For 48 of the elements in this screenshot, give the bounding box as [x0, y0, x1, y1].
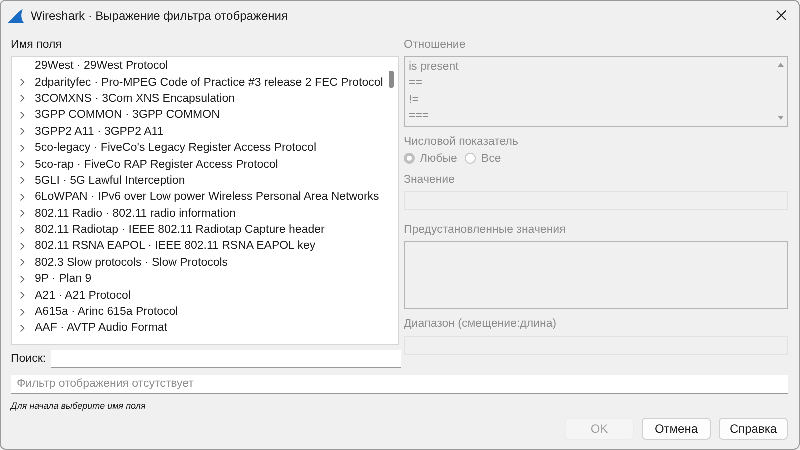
window-title: Wireshark · Выражение фильтра отображения — [31, 8, 288, 22]
tree-item[interactable]: 3GPP2 A11 · 3GPP2 A11 — [35, 126, 164, 138]
expand-chevron-icon[interactable] — [20, 324, 25, 333]
relation-label: Отношение — [404, 38, 467, 52]
range-label: Диапазон (смещение:длина) — [404, 316, 558, 331]
expand-chevron-icon[interactable] — [20, 176, 25, 186]
predefined-values-label: Предустановленные значения — [404, 223, 567, 238]
tree-item[interactable]: A615a · Arinc 615a Protocol — [35, 306, 178, 318]
expand-chevron-icon[interactable] — [20, 226, 25, 235]
tree-item[interactable]: AAF · AVTP Audio Format — [35, 322, 168, 334]
expand-chevron-icon[interactable] — [20, 209, 25, 218]
expand-chevron-icon[interactable] — [20, 291, 25, 300]
tree-item[interactable]: 802.3 Slow protocols · Slow Protocols — [35, 256, 228, 269]
expand-chevron-icon[interactable] — [20, 110, 25, 120]
close-icon[interactable] — [776, 10, 787, 21]
value-label: Значение — [404, 172, 456, 187]
expand-chevron-icon[interactable] — [20, 78, 25, 88]
tree-item[interactable]: 6LoWPAN · IPv6 over Low power Wireless Personal Area Networks — [35, 191, 380, 204]
field-name-label: Имя поля — [11, 38, 63, 52]
expand-chevron-icon[interactable] — [20, 94, 25, 104]
dialog-button[interactable]: Отмена — [642, 418, 711, 440]
expand-chevron-icon[interactable] — [20, 258, 25, 268]
expand-chevron-icon[interactable] — [20, 160, 25, 170]
tree-item[interactable]: 3GPP COMMON · 3GPP COMMON — [35, 109, 220, 122]
expand-chevron-icon[interactable] — [20, 242, 25, 251]
tree-item[interactable]: 2dparityfec · Pro-MPEG Code of Practice #3 release 2 FEC Protocol — [35, 76, 384, 89]
tree-item[interactable]: 29West · 29West Protocol — [35, 60, 168, 72]
tree-item[interactable]: 5GLI · 5G Lawful Interception — [35, 174, 186, 187]
tree-item[interactable]: 802.11 Radio · 802.11 radio information — [35, 208, 236, 220]
expand-chevron-icon[interactable] — [20, 274, 25, 284]
expand-chevron-icon[interactable] — [20, 127, 25, 136]
search-field[interactable] — [51, 350, 401, 368]
quantifier-label: Числовой показатель — [404, 134, 520, 149]
tree-item[interactable]: 5co-legacy · FiveCo's Legacy Register Access Protocol — [35, 142, 317, 154]
dialog-button[interactable]: Справка — [719, 418, 788, 440]
filter-field[interactable]: Фильтр отображения отсутствует — [11, 375, 788, 394]
expand-chevron-icon[interactable] — [20, 308, 25, 317]
expand-chevron-icon[interactable] — [20, 192, 25, 202]
tree-item[interactable]: 9P · Plan 9 — [35, 273, 92, 286]
search-label: Поиск: — [11, 353, 46, 365]
tree-item[interactable]: 5co-rap · FiveCo RAP Register Access Protocol — [35, 158, 278, 171]
tree-item[interactable]: 3COMXNS · 3Com XNS Encapsulation — [35, 92, 236, 105]
status-text: Для начала выберите имя поля — [11, 401, 147, 411]
expand-chevron-icon[interactable] — [20, 144, 25, 153]
tree-item[interactable]: 802.11 RSNA EAPOL · IEEE 802.11 RSNA EAPOL key — [35, 240, 316, 252]
tree-item[interactable]: A21 · A21 Protocol — [35, 290, 131, 302]
tree-item[interactable]: 802.11 Radiotap · IEEE 802.11 Radiotap Capture header — [35, 224, 325, 236]
shark-fin-icon — [7, 8, 25, 24]
